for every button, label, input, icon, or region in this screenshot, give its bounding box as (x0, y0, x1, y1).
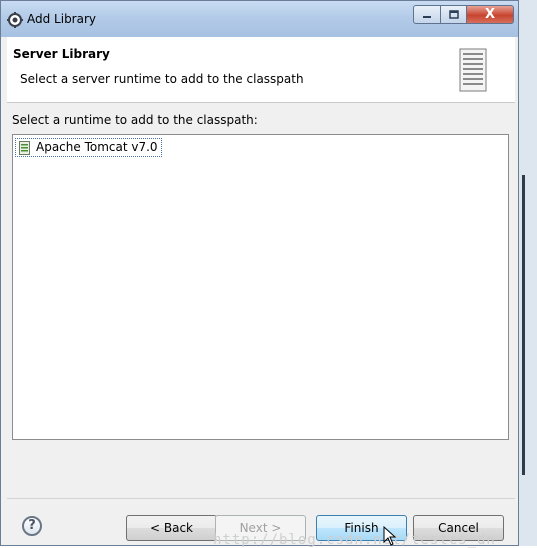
maximize-button[interactable] (441, 5, 467, 24)
list-item-apache-tomcat[interactable]: Apache Tomcat v7.0 (15, 138, 162, 157)
page-title: Server Library (13, 47, 110, 61)
footer-divider (7, 498, 515, 499)
mouse-cursor-icon (383, 526, 397, 546)
list-item-label: Apache Tomcat v7.0 (36, 140, 158, 154)
minimize-button[interactable] (413, 5, 441, 24)
back-button[interactable]: < Back (126, 515, 217, 541)
title-bar[interactable]: Add Library X (1, 1, 518, 37)
maximize-icon (448, 10, 459, 19)
eclipse-gear-icon (7, 12, 23, 28)
help-icon[interactable]: ? (22, 516, 42, 536)
server-icon (459, 48, 487, 92)
runtime-prompt-label: Select a runtime to add to the classpath… (12, 113, 258, 127)
page-description: Select a server runtime to add to the cl… (20, 72, 304, 86)
minimize-icon (423, 15, 431, 18)
add-library-dialog: Add Library X Server Library Select a se… (0, 0, 519, 546)
background-desktop-right (518, 0, 537, 546)
window-title: Add Library (27, 12, 97, 26)
close-icon: X (484, 7, 496, 22)
runtime-list[interactable]: Apache Tomcat v7.0 (12, 134, 509, 440)
close-button[interactable]: X (467, 5, 514, 24)
server-runtime-icon (19, 141, 30, 155)
wizard-header: Server Library Select a server runtime t… (7, 37, 515, 103)
